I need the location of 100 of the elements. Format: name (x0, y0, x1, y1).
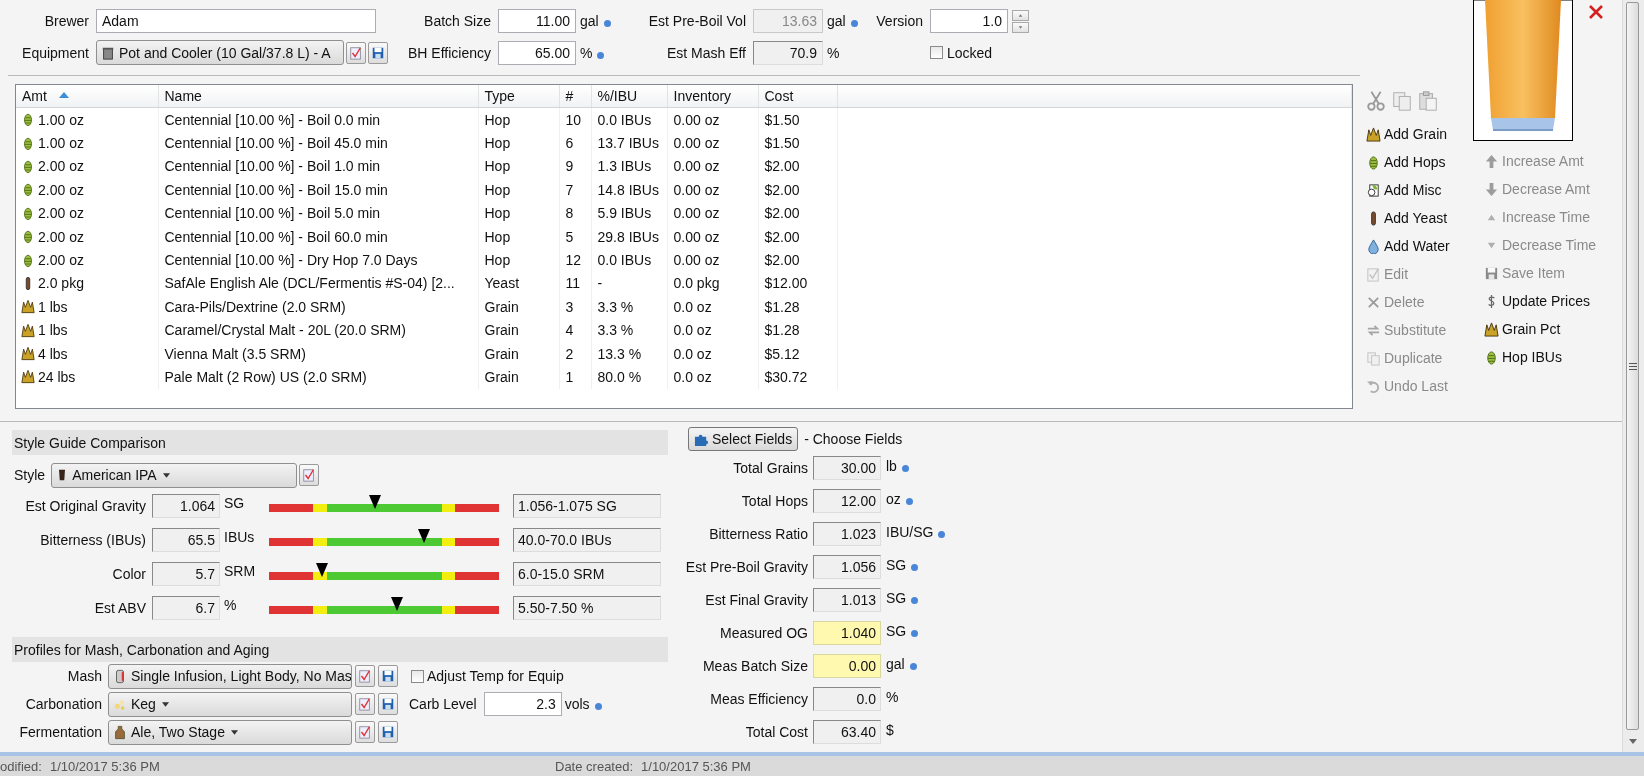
table-cell: 24 lbs (38, 369, 76, 385)
table-cell: 2.0 pkg (38, 275, 84, 292)
save-button[interactable] (368, 41, 388, 64)
scissors-icon[interactable] (1365, 90, 1387, 112)
table-cell: 0.00 oz (673, 135, 720, 152)
locked-checkbox[interactable] (930, 46, 943, 59)
column-header[interactable]: Amt (16, 85, 158, 108)
unit-label: gal (881, 656, 917, 672)
carb-level-input[interactable]: 2.3 (483, 692, 562, 716)
edit-button[interactable] (355, 693, 375, 715)
action-button[interactable]: Add Water (1365, 232, 1450, 260)
table-cell: $1.28 (764, 322, 800, 339)
field-label: Total Cost (744, 723, 809, 740)
unit-label: SRM (223, 563, 257, 579)
table-cell: 0.00 oz (673, 181, 720, 198)
value-field: 30.00 (813, 455, 881, 480)
table-cell: $1.28 (764, 298, 800, 315)
down-triangle-icon (1016, 23, 1025, 31)
action-button[interactable]: Add Yeast (1365, 204, 1448, 232)
edit-button[interactable] (355, 665, 375, 687)
fermentation-profile-dropdown[interactable]: Ale, Two Stage (108, 719, 352, 745)
table-cell: 0.0 oz (673, 298, 712, 315)
caret-icon (230, 729, 238, 735)
table-cell: Grain (484, 322, 519, 339)
field-label: Brewer (43, 13, 90, 29)
adjust-temp-checkbox[interactable] (411, 669, 424, 683)
table-cell: Centennial [10.00 %] - Boil 45.0 min (164, 135, 388, 152)
table-cell: 2.00 oz (38, 205, 84, 222)
save-icon (381, 725, 395, 739)
unit-label: SG (881, 590, 919, 606)
style-dropdown[interactable]: American IPA (51, 462, 298, 488)
action-button[interactable]: Add Hops (1365, 148, 1446, 176)
up-triangle-icon (1016, 11, 1025, 19)
table-cell: 4 lbs (38, 345, 68, 362)
edit-button[interactable] (346, 41, 366, 64)
table-cell: 1 lbs (38, 322, 68, 339)
action-button[interactable]: Update Prices (1483, 287, 1590, 315)
efficiency-input[interactable]: 65.00 (498, 40, 576, 65)
action-button[interactable]: Hop IBUs (1483, 343, 1562, 371)
field-label: Measured OG (719, 624, 809, 641)
edit-button[interactable] (355, 721, 375, 743)
field-label: Meas Batch Size (701, 657, 809, 674)
status-label: odified: (0, 758, 42, 774)
table-cell: 13.7 IBUs (597, 135, 659, 152)
table-cell: $2.00 (764, 228, 800, 245)
value-field: 1.013 (813, 587, 881, 612)
equipment-dropdown[interactable]: Pot and Cooler (10 Gal/37.8 L) - A (96, 40, 344, 65)
brewer-input[interactable]: Adam (96, 9, 376, 33)
column-header[interactable]: # (559, 85, 591, 108)
carbonation-profile-dropdown[interactable]: Keg (108, 691, 352, 717)
table-cell: 2 (565, 345, 574, 362)
close-icon[interactable] (1588, 4, 1604, 20)
scrollbar-thumb[interactable] (1626, 2, 1639, 730)
save-icon (371, 45, 385, 60)
table-cell: $2.00 (764, 252, 800, 269)
checklist-icon (358, 669, 372, 683)
field-label: Equipment (21, 44, 90, 61)
column-header[interactable]: %/IBU (591, 85, 667, 108)
save-button[interactable] (378, 665, 398, 687)
table-cell: Centennial [10.00 %] - Boil 60.0 min (164, 228, 388, 245)
action-button[interactable]: Grain Pct (1483, 315, 1561, 343)
paste-icon[interactable] (1417, 90, 1439, 112)
action-button[interactable]: Add Grain (1365, 120, 1448, 148)
table-cell: 9 (565, 158, 574, 175)
batch-size-input[interactable]: 11.00 (498, 9, 576, 33)
version-input[interactable]: 1.0 (930, 9, 1008, 33)
action-button[interactable]: Add Misc (1365, 176, 1442, 204)
edit-button[interactable] (299, 464, 320, 486)
table-cell: $2.00 (764, 158, 800, 175)
field-label: Bitterness Ratio (708, 525, 809, 542)
value-field: 1.056 (813, 554, 881, 579)
status-label: Date created: (555, 758, 634, 774)
column-header[interactable]: Inventory (667, 85, 758, 108)
spin-up-button[interactable] (1012, 9, 1029, 21)
section-header: Profiles for Mash, Carbonation and Aging (12, 637, 668, 662)
table-cell: Hop (484, 181, 511, 198)
column-header[interactable]: Name (158, 85, 478, 108)
save-button[interactable] (378, 721, 398, 743)
table-cell: Yeast (484, 275, 519, 292)
table-cell: 0.00 oz (673, 158, 720, 175)
table-cell: 3.3 % (597, 298, 634, 315)
field-label: Style (13, 467, 47, 483)
range-field: 5.50-7.50 % (513, 596, 661, 620)
field-label: Bitterness (IBUs) (39, 532, 147, 548)
table-cell: 2.00 oz (38, 158, 84, 175)
table-cell: Centennial [10.00 %] - Dry Hop 7.0 Days (164, 252, 418, 269)
select-fields-button[interactable]: Select Fields (688, 427, 799, 451)
spin-down-button[interactable] (1012, 21, 1029, 33)
table-cell: Grain (484, 369, 519, 385)
table-cell: Hop (484, 135, 511, 152)
range-field: 6.0-15.0 SRM (513, 562, 661, 586)
column-header[interactable]: Type (478, 85, 559, 108)
scroll-down-icon[interactable] (1629, 739, 1637, 744)
table-cell: 3 (565, 298, 574, 315)
table-cell: 1.00 oz (38, 135, 84, 152)
mash-profile-dropdown[interactable]: Single Infusion, Light Body, No Mas (108, 663, 352, 689)
save-button[interactable] (378, 693, 398, 715)
column-header[interactable]: Cost (758, 85, 837, 108)
table-cell: Hop (484, 111, 511, 128)
section-header: Style Guide Comparison (12, 430, 668, 455)
